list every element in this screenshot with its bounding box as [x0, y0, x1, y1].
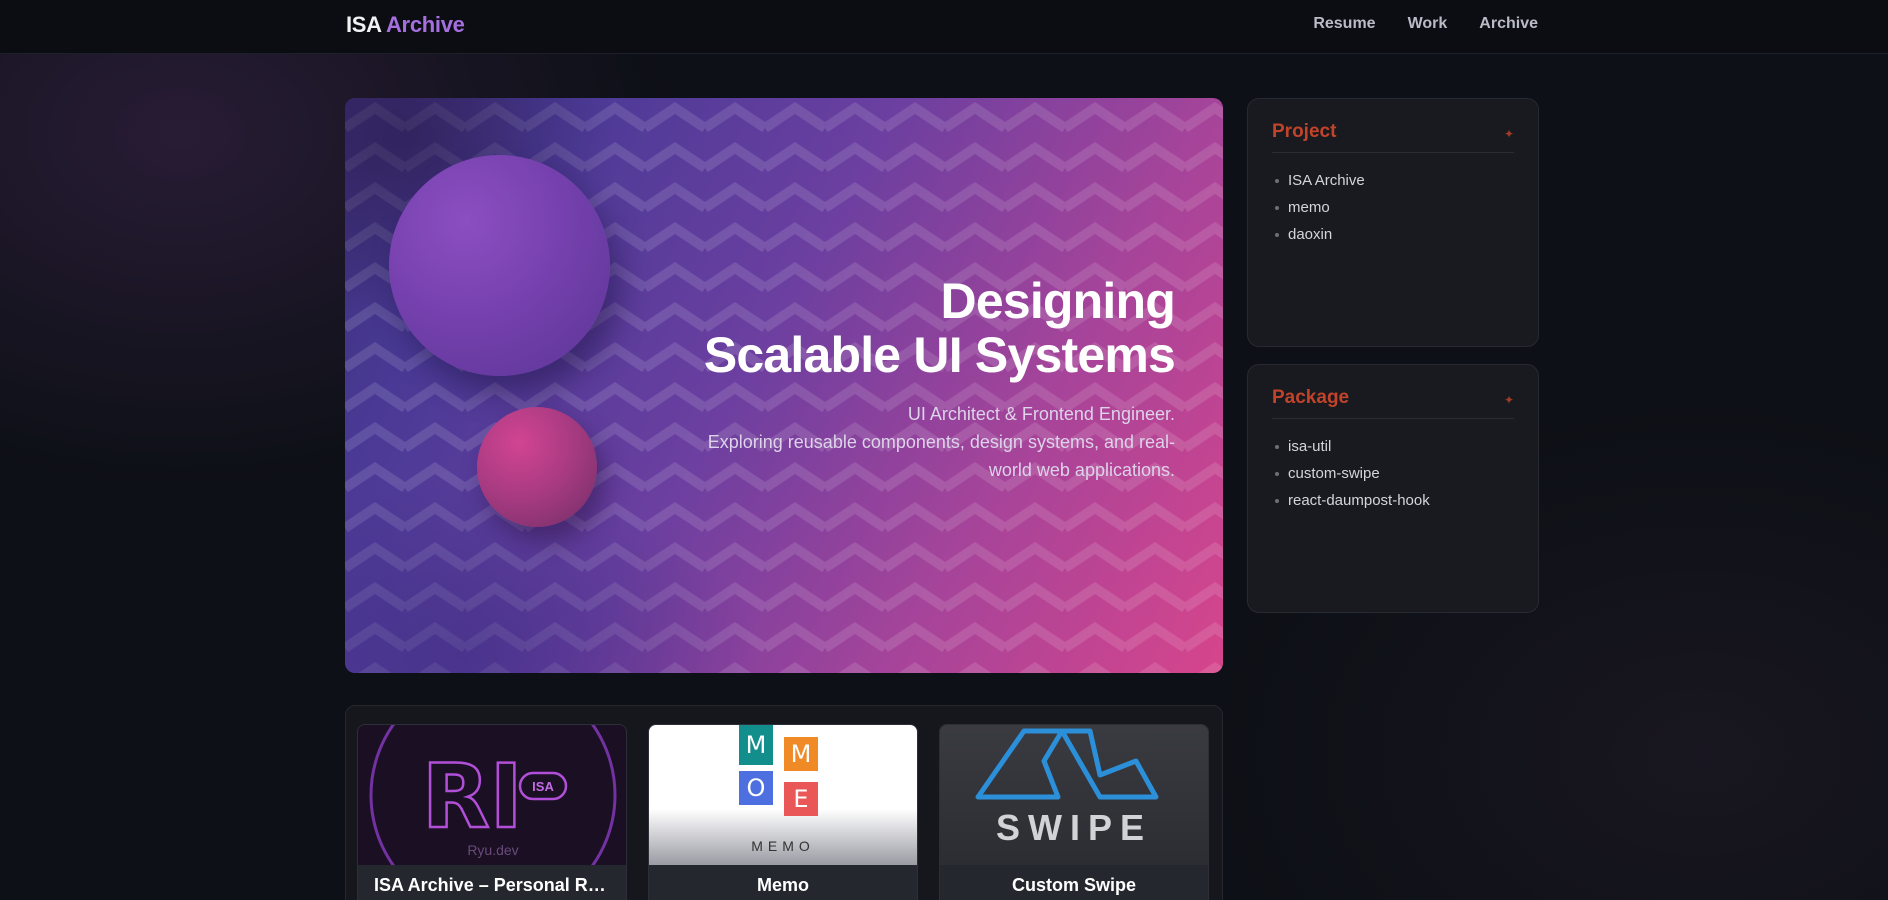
- memo-tile-e: E: [784, 782, 818, 816]
- sparkle-icon: ✦: [1503, 393, 1514, 407]
- hero-subtitle: UI Architect & Frontend Engineer. Explor…: [705, 400, 1175, 484]
- logo-text-primary: ISA: [346, 12, 381, 37]
- project-panel: Project ✦ ISA Archive memo daoxin: [1247, 98, 1539, 347]
- package-list: isa-util custom-swipe react-daumpost-hoo…: [1275, 433, 1430, 514]
- hero-subtitle-line-1: UI Architect & Frontend Engineer.: [907, 404, 1175, 424]
- hero-banner: Designing Scalable UI Systems UI Archite…: [345, 98, 1223, 673]
- card-title: ISA Archive – Personal Re…: [374, 875, 616, 895]
- memo-tile-m2: M: [784, 737, 818, 771]
- project-list: ISA Archive memo daoxin: [1275, 167, 1365, 248]
- top-navigation-bar: ISA Archive Resume Work Archive: [0, 0, 1888, 54]
- logo-text-accent: Archive: [385, 12, 465, 37]
- panel-header: Package ✦: [1272, 387, 1514, 419]
- swipe-caption: SWIPE: [995, 807, 1152, 848]
- memo-tile-o: O: [739, 771, 773, 805]
- swipe-mountain-icon: [975, 728, 1159, 800]
- work-card-custom-swipe[interactable]: SWIPE Custom Swipe: [939, 724, 1209, 900]
- hero-subtitle-line-2: Exploring reusable components, design sy…: [707, 432, 1175, 480]
- package-item-custom-swipe[interactable]: custom-swipe: [1275, 460, 1430, 487]
- package-panel: Package ✦ isa-util custom-swipe react-da…: [1247, 364, 1539, 613]
- nav-link-archive[interactable]: Archive: [1479, 15, 1538, 33]
- panel-title: Project: [1272, 121, 1337, 142]
- memo-tile-m1: M: [739, 725, 773, 765]
- package-item-react-daumpost-hook[interactable]: react-daumpost-hook: [1275, 487, 1430, 514]
- card-thumbnail: RI ISA Ryu.dev: [358, 725, 626, 865]
- sparkle-icon: ✦: [1503, 127, 1514, 141]
- project-item-daoxin[interactable]: daoxin: [1275, 221, 1365, 248]
- work-card-isa-archive[interactable]: RI ISA Ryu.dev ISA Archive – Personal Re…: [357, 724, 627, 900]
- isa-archive-logo-image: RI ISA Ryu.dev: [369, 725, 617, 865]
- card-title: Custom Swipe: [1011, 875, 1136, 895]
- panel-title: Package: [1272, 387, 1350, 408]
- hero-title: Designing Scalable UI Systems: [703, 273, 1176, 383]
- card-thumbnail: M M O E MEMO: [649, 725, 917, 865]
- project-item-memo[interactable]: memo: [1275, 194, 1365, 221]
- work-cards-section: RI ISA Ryu.dev ISA Archive – Personal Re…: [345, 705, 1223, 900]
- card-title: Memo: [756, 875, 809, 895]
- panel-header: Project ✦: [1272, 121, 1514, 153]
- logo-caption: Ryu.dev: [467, 842, 518, 858]
- project-item-isa-archive[interactable]: ISA Archive: [1275, 167, 1365, 194]
- package-item-isa-util[interactable]: isa-util: [1275, 433, 1430, 460]
- work-card-memo[interactable]: M M O E MEMO Memo: [648, 724, 918, 900]
- card-thumbnail: SWIPE: [940, 725, 1208, 865]
- large-purple-sphere: [389, 155, 610, 376]
- nav-link-resume[interactable]: Resume: [1313, 15, 1375, 33]
- logo-tag: ISA: [532, 779, 554, 794]
- nav-link-work[interactable]: Work: [1408, 15, 1448, 33]
- site-logo[interactable]: ISA Archive: [346, 12, 465, 38]
- logo-mark: RI: [422, 745, 523, 848]
- main-nav: Resume Work Archive: [1313, 15, 1538, 33]
- hero-title-line-1: Designing: [940, 273, 1176, 329]
- memo-caption: MEMO: [751, 838, 815, 854]
- hero-title-line-2: Scalable UI Systems: [703, 327, 1176, 383]
- small-pink-sphere: [477, 407, 597, 527]
